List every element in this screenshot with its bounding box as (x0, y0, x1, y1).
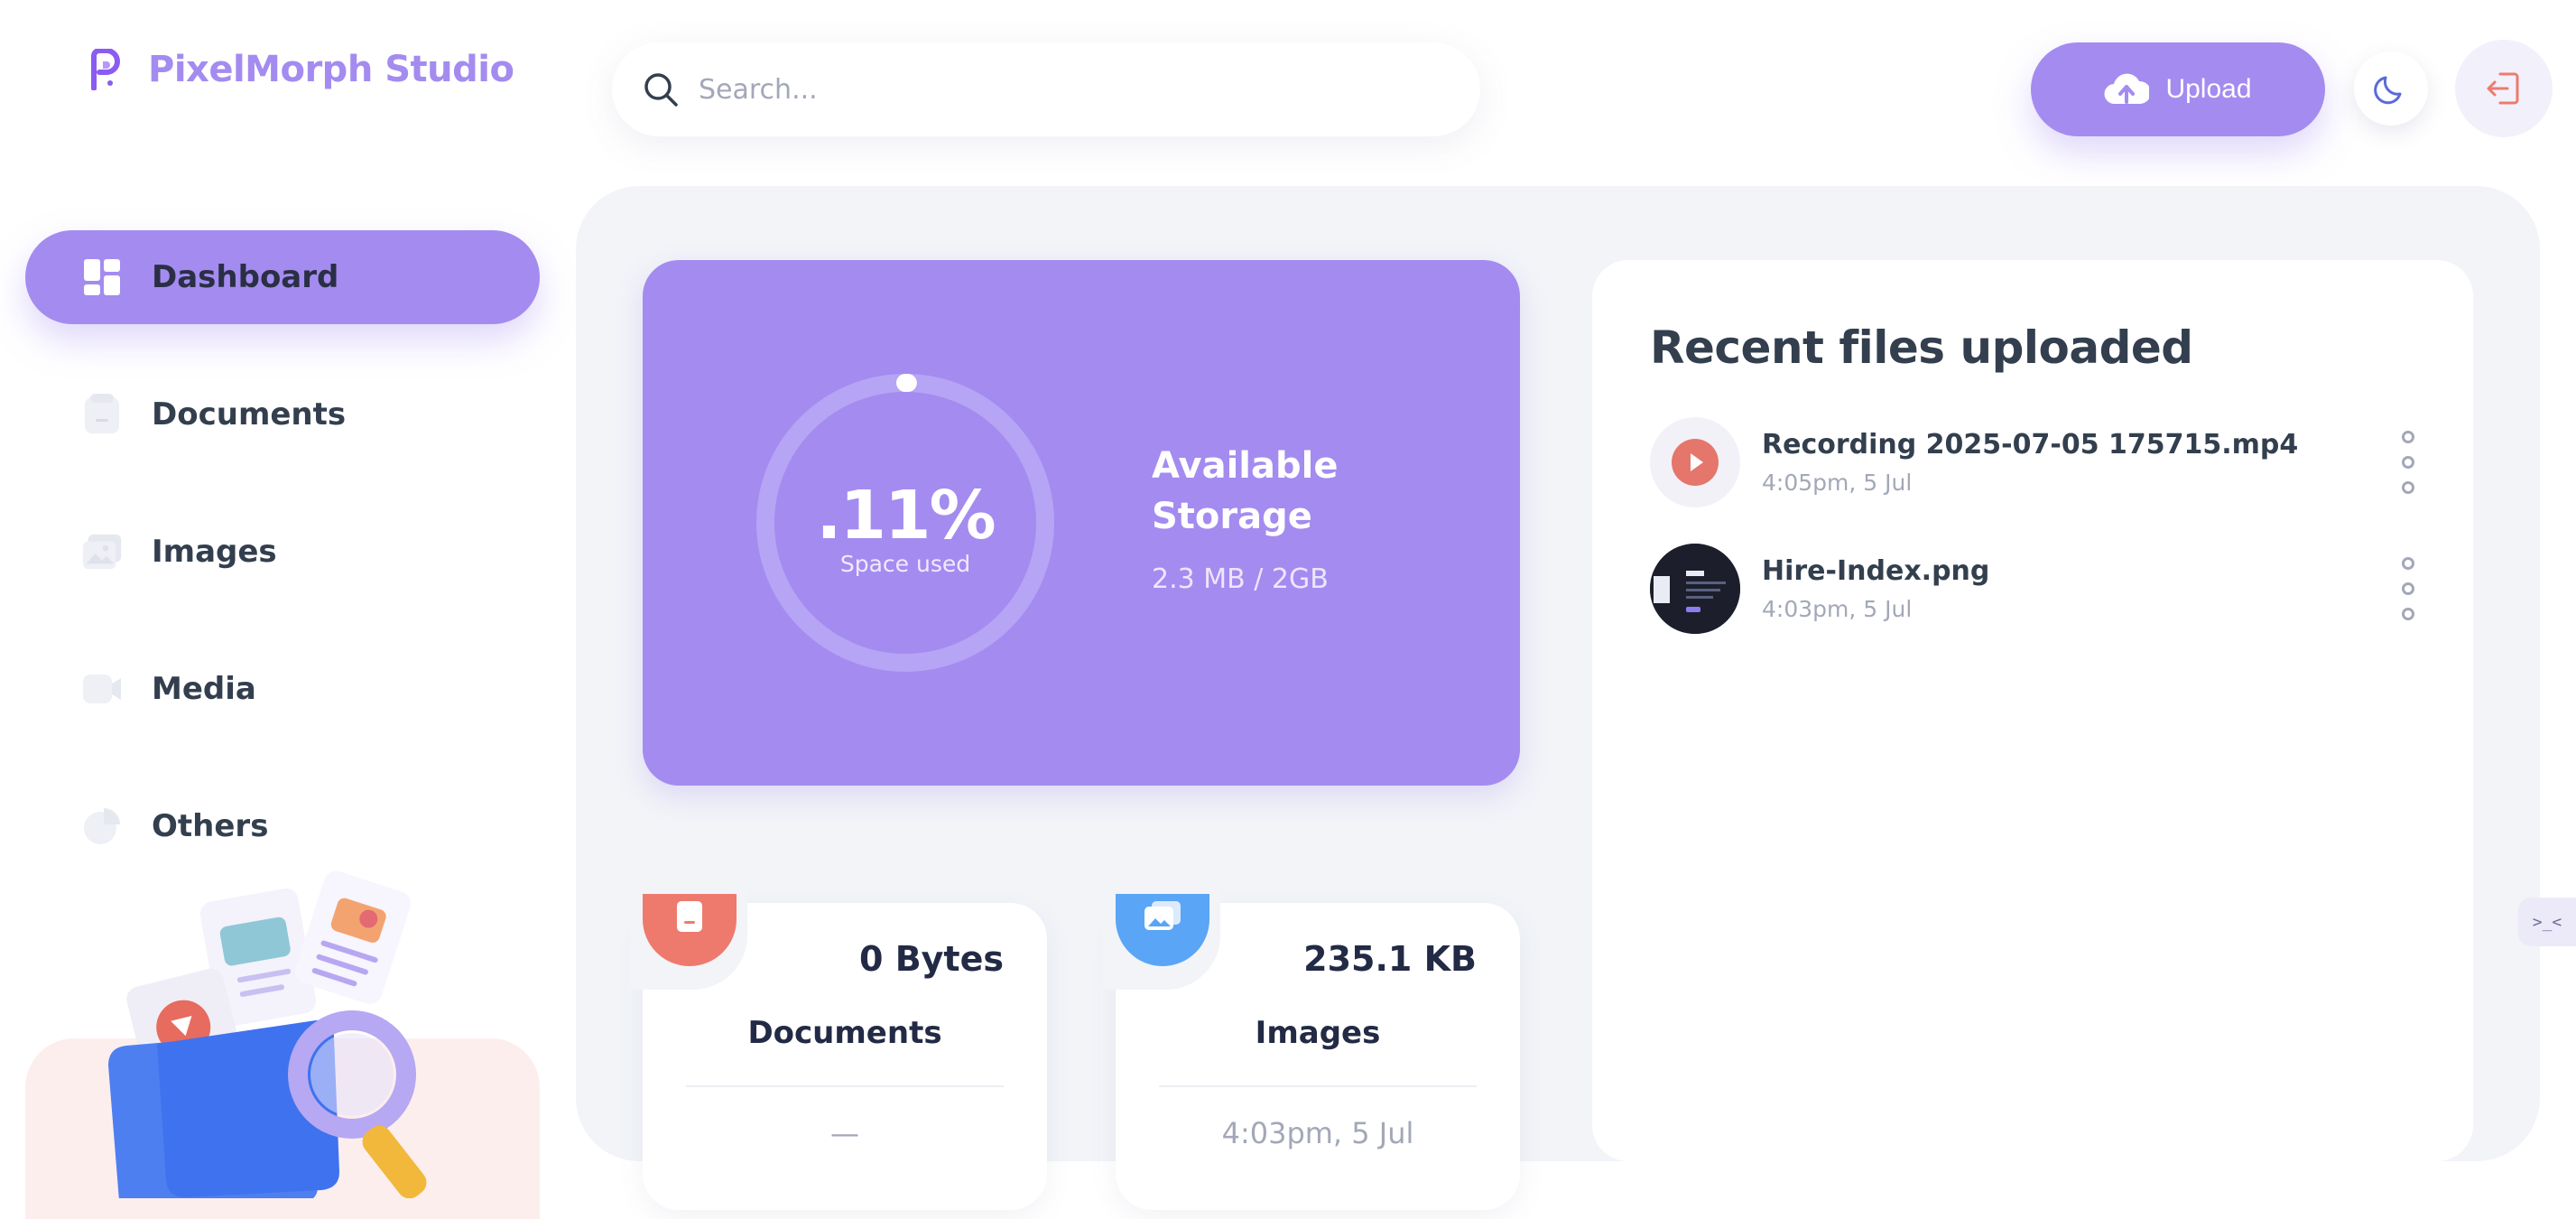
sidebar-item-others[interactable]: Others (25, 779, 540, 873)
play-icon (1672, 439, 1719, 486)
storage-summary-card: .11% Space used Available Storage 2.3 MB… (643, 260, 1520, 786)
divider (1159, 1085, 1477, 1087)
storage-usage-text: 2.3 MB / 2GB (1152, 563, 1329, 595)
sidebar-item-images[interactable]: Images (25, 505, 540, 599)
list-item[interactable]: Hire-Index.png 4:03pm, 5 Jul (1650, 544, 2426, 634)
images-label: Images (1255, 1015, 1381, 1051)
storage-percent-caption: Space used (839, 551, 971, 577)
image-preview (1650, 544, 1740, 634)
sidebar-nav: Dashboard Documents Images Media Others (25, 230, 540, 917)
pie-chart-icon (81, 805, 123, 847)
theme-toggle-button[interactable] (2354, 51, 2428, 126)
video-file-thumbnail (1650, 417, 1740, 507)
sidebar-item-label: Others (152, 808, 269, 844)
upload-button[interactable]: Upload (2031, 42, 2325, 136)
dashboard-icon (81, 256, 123, 298)
app-title: PixelMorph Studio (148, 49, 514, 90)
file-time: 4:03pm, 5 Jul (1762, 596, 1913, 622)
side-panel-toggle[interactable]: >_< (2518, 898, 2576, 946)
documents-label: Documents (747, 1015, 942, 1051)
sidebar-item-label: Dashboard (152, 259, 339, 295)
logout-button[interactable] (2455, 40, 2553, 137)
search-bar[interactable] (612, 42, 1480, 136)
recent-files-title: Recent files uploaded (1650, 321, 2193, 374)
recent-files-card: Recent files uploaded Recording 2025-07-… (1592, 260, 2473, 1161)
file-time: 4:05pm, 5 Jul (1762, 470, 1913, 496)
moon-icon (2374, 76, 2402, 105)
image-file-thumbnail (1650, 544, 1740, 634)
app-logo[interactable]: PixelMorph Studio (87, 49, 514, 90)
available-storage-title: Available Storage (1152, 445, 1339, 537)
documents-size: 0 Bytes (859, 939, 1004, 979)
images-size: 235.1 KB (1303, 939, 1477, 979)
folder-illustration (108, 870, 427, 1198)
list-item[interactable]: Recording 2025-07-05 175715.mp4 4:05pm, … (1650, 417, 2426, 507)
logout-icon (2487, 72, 2519, 105)
more-options-icon[interactable] (2390, 557, 2426, 620)
file-name: Recording 2025-07-05 175715.mp4 (1762, 429, 2299, 461)
search-input[interactable] (699, 73, 1439, 106)
more-options-icon[interactable] (2390, 431, 2426, 494)
documents-updated: — (830, 1116, 859, 1150)
sidebar-item-dashboard[interactable]: Dashboard (25, 230, 540, 324)
document-icon (81, 394, 123, 435)
chevrons-icon: >_< (2532, 912, 2562, 932)
sidebar-item-media[interactable]: Media (25, 642, 540, 736)
images-summary-card[interactable]: 235.1 KB Images 4:03pm, 5 Jul (1103, 890, 1520, 1210)
logo-icon (91, 49, 120, 90)
upload-label: Upload (2165, 74, 2252, 104)
sidebar-item-label: Images (152, 534, 277, 570)
video-icon (81, 668, 123, 710)
images-updated: 4:03pm, 5 Jul (1221, 1116, 1414, 1150)
image-icon (81, 531, 123, 572)
documents-summary-card[interactable]: 0 Bytes Documents — (630, 890, 1047, 1210)
cloud-upload-icon (2104, 73, 2150, 105)
storage-percent: .11% (816, 477, 996, 554)
divider (686, 1085, 1004, 1087)
sidebar-item-documents[interactable]: Documents (25, 368, 540, 461)
sidebar-item-label: Media (152, 671, 256, 707)
search-icon (644, 73, 678, 107)
sidebar-item-label: Documents (152, 396, 347, 433)
file-name: Hire-Index.png (1762, 555, 1990, 587)
